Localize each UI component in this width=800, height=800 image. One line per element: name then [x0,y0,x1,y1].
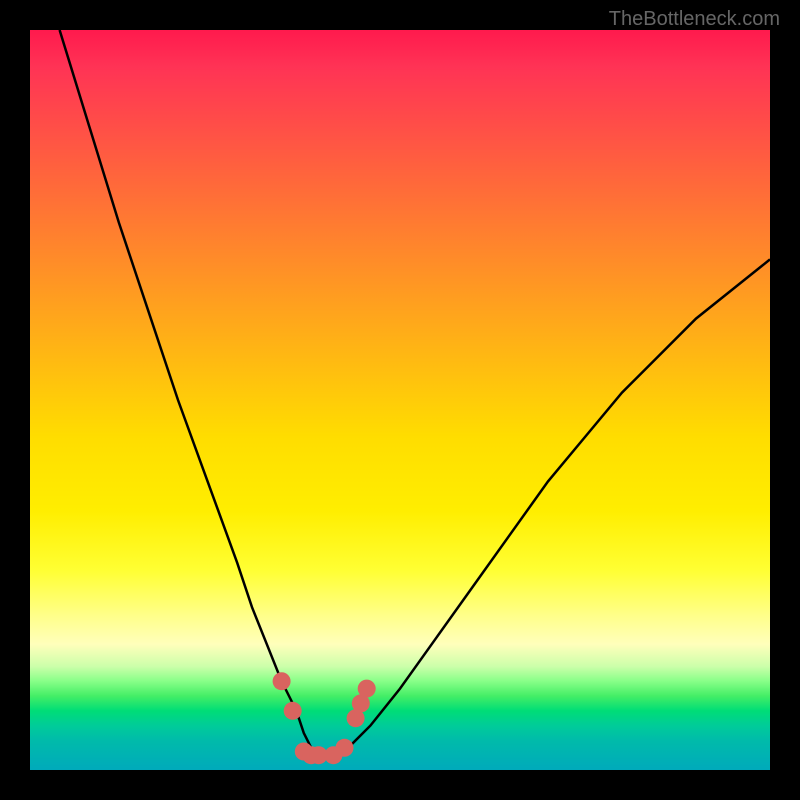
data-marker [358,680,376,698]
chart-svg [30,30,770,770]
chart-plot-area [30,30,770,770]
data-markers [273,672,376,764]
bottleneck-curve [60,30,770,755]
watermark-text: TheBottleneck.com [609,8,780,31]
data-marker [336,739,354,757]
data-marker [273,672,291,690]
data-marker [284,702,302,720]
curve-path [60,30,770,755]
